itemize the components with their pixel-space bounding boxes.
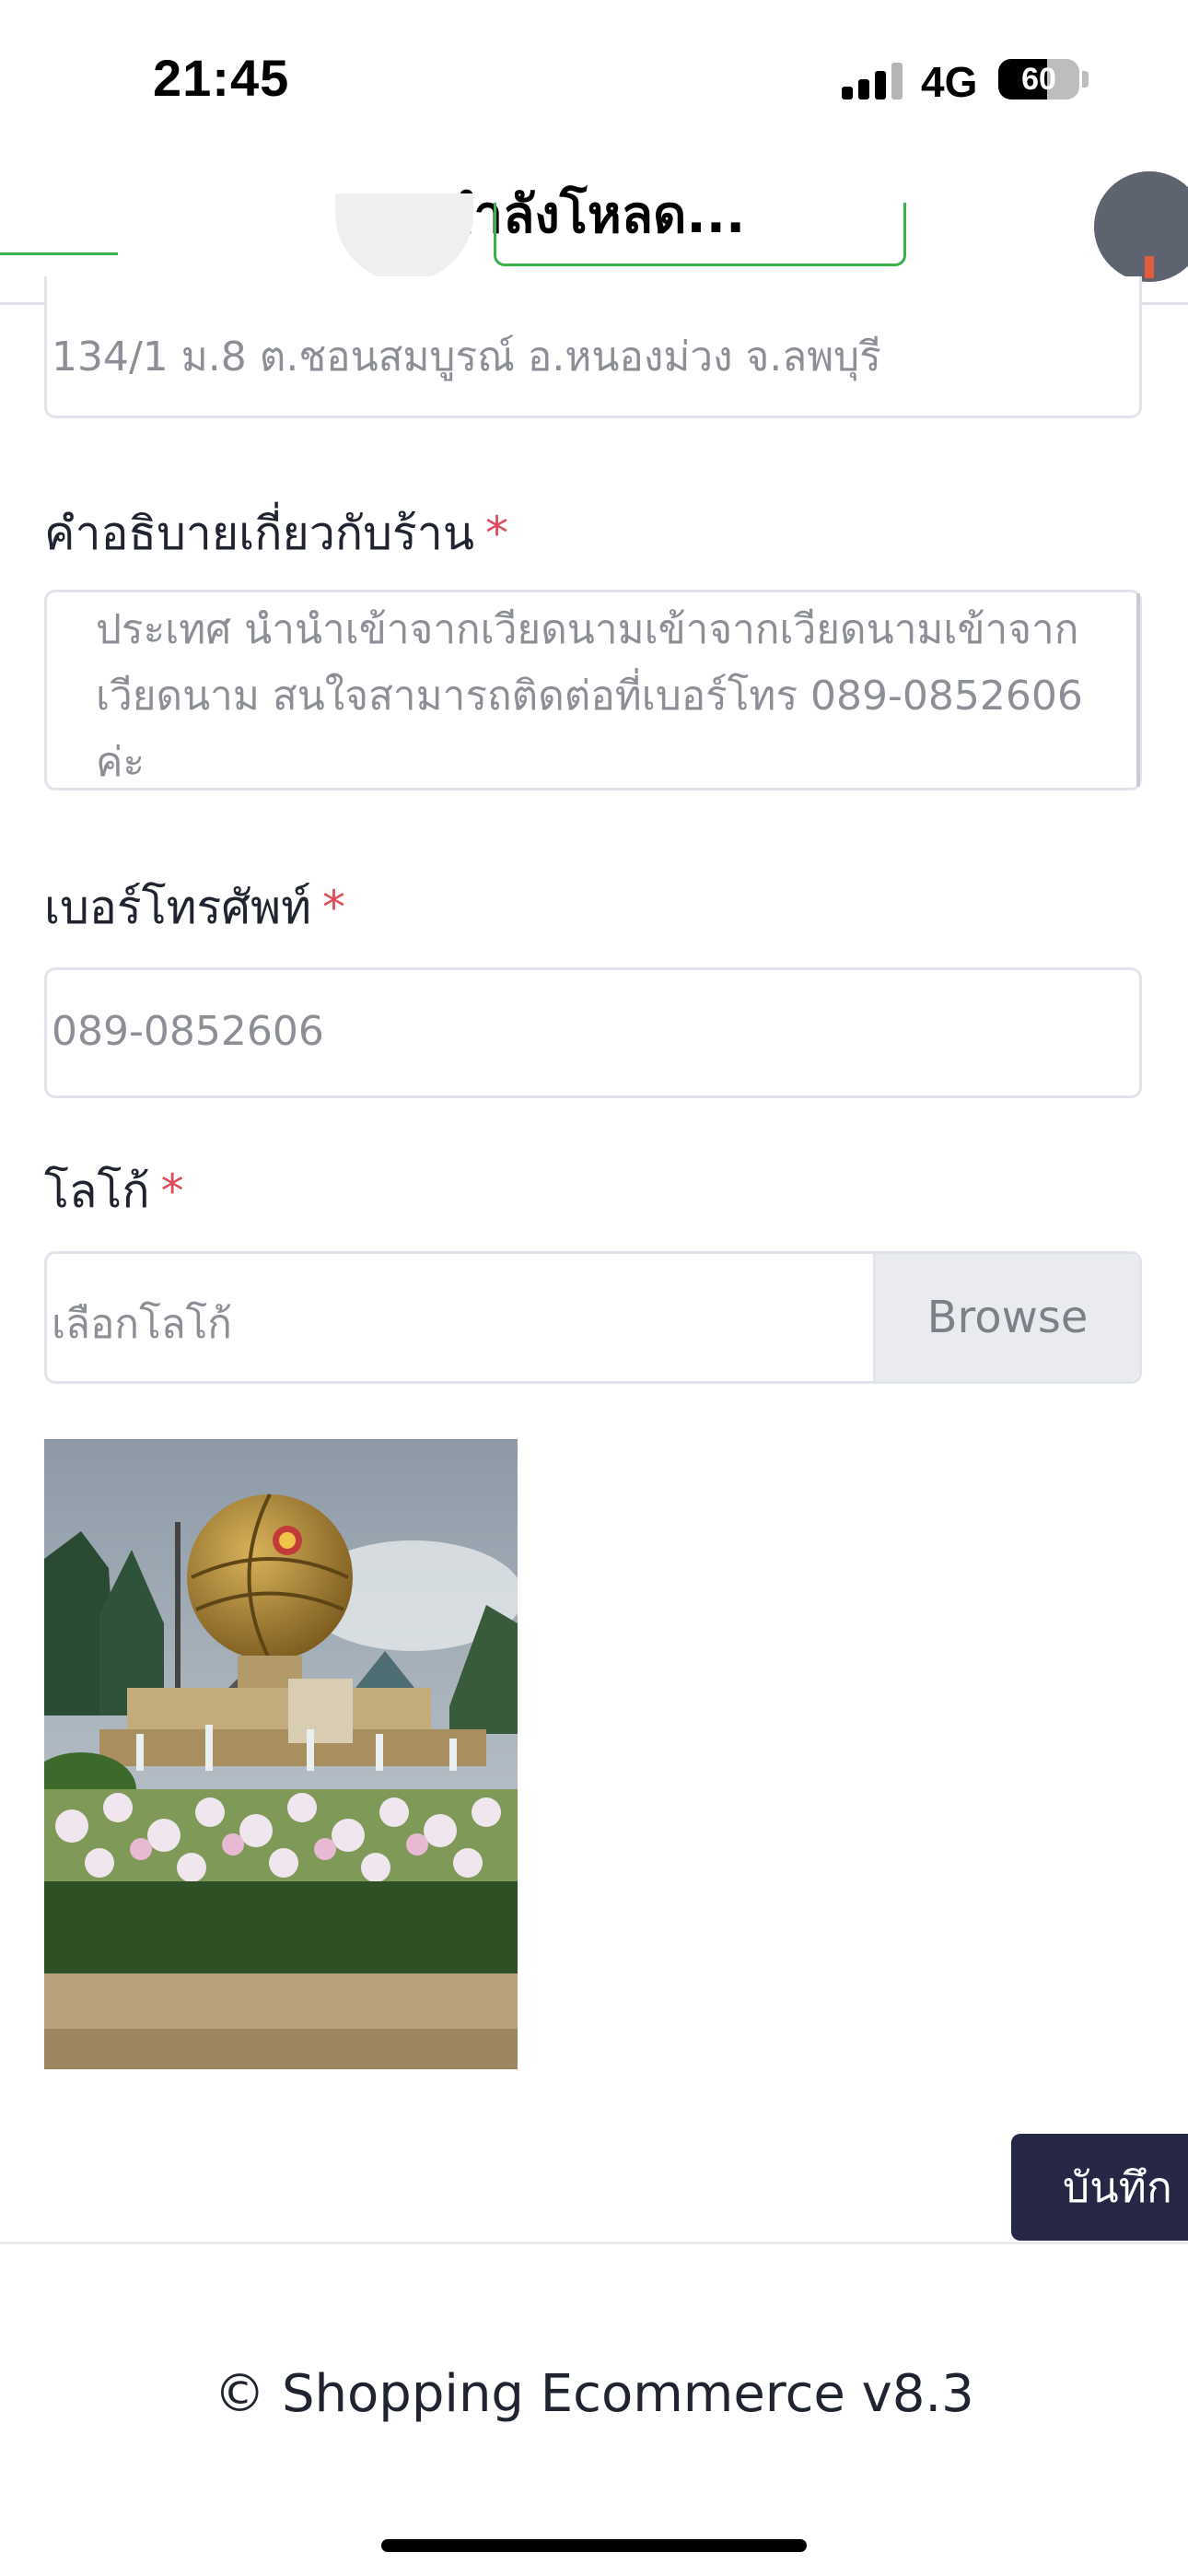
required-mark: * xyxy=(322,881,346,934)
footer-divider xyxy=(0,2242,1188,2244)
phone-value: 089-0852606 xyxy=(52,1008,324,1055)
phone-label: เบอร์โทรศัพท์ * xyxy=(44,881,346,934)
required-mark: * xyxy=(160,1165,184,1218)
network-type: 4G xyxy=(921,58,978,106)
signal-strength-icon xyxy=(842,63,904,100)
description-label: คำอธิบายเกี่ยวกับร้าน * xyxy=(44,507,509,560)
status-time: 21:45 xyxy=(153,49,290,107)
required-mark: * xyxy=(485,507,509,560)
description-scrollbar[interactable] xyxy=(1136,593,1140,787)
tab-indicator xyxy=(0,252,118,255)
description-value: ประเทศ นำนำเข้าจากเวียดนามเข้าจากเวียดนา… xyxy=(96,606,1083,786)
logo-preview-image xyxy=(44,1439,518,2069)
battery-cap xyxy=(1082,71,1089,88)
address-value: 134/1 ม.8 ต.ชอนสมบูรณ์ อ.หนองม่วง จ.ลพบุ… xyxy=(52,334,881,381)
save-button[interactable]: บันทึก xyxy=(1011,2134,1188,2241)
footer-copyright: © Shopping Ecommerce v8.3 xyxy=(214,2364,974,2424)
header-highlight xyxy=(494,203,906,266)
logo-placeholder: เลือกโลโก้ xyxy=(52,1301,232,1348)
battery-icon: 60 xyxy=(998,59,1079,100)
profile-placeholder xyxy=(335,193,473,282)
browse-button[interactable]: Browse xyxy=(873,1254,1139,1381)
home-indicator[interactable] xyxy=(381,2539,807,2552)
avatar[interactable] xyxy=(1094,171,1188,282)
logo-label: โลโก้ * xyxy=(44,1165,184,1218)
battery-percent: 60 xyxy=(1021,62,1056,97)
